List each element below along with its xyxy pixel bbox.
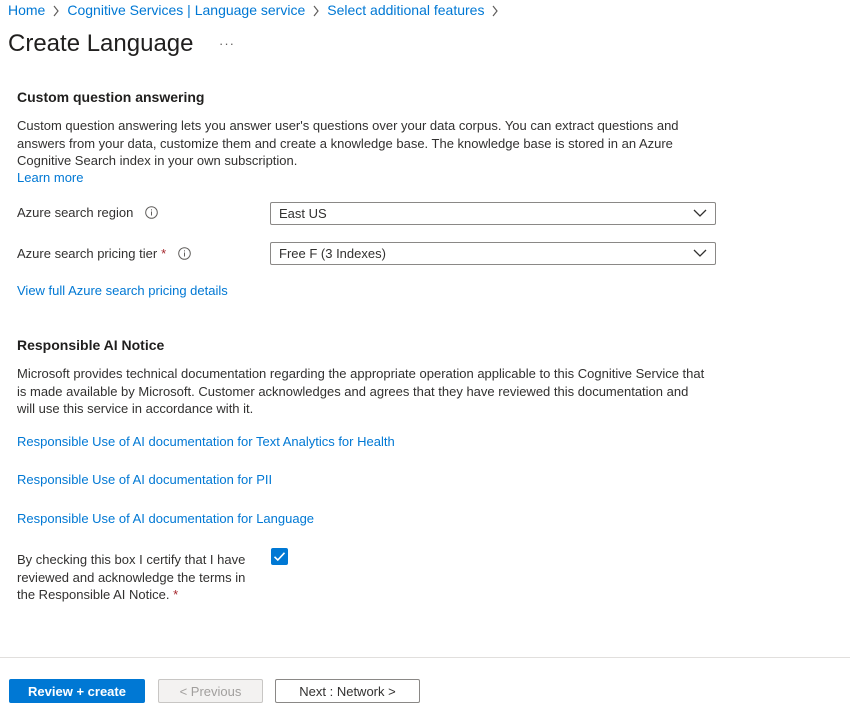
previous-button[interactable]: < Previous xyxy=(158,679,263,703)
cqa-section-title: Custom question answering xyxy=(17,89,205,105)
certify-checkbox[interactable] xyxy=(271,548,288,565)
breadcrumb: Home Cognitive Services | Language servi… xyxy=(8,2,506,18)
region-select[interactable]: East US xyxy=(270,202,716,225)
rai-description: Microsoft provides technical documentati… xyxy=(17,366,705,416)
cqa-description: Custom question answering lets you answe… xyxy=(17,118,679,168)
tier-select-value: Free F (3 Indexes) xyxy=(279,246,386,261)
rai-section-title: Responsible AI Notice xyxy=(17,337,165,353)
learn-more-link[interactable]: Learn more xyxy=(17,170,83,185)
certify-label-text: By checking this box I certify that I ha… xyxy=(17,552,246,602)
checkmark-icon xyxy=(273,552,286,562)
certify-label: By checking this box I certify that I ha… xyxy=(17,551,267,604)
region-label-text: Azure search region xyxy=(17,205,134,220)
next-network-button[interactable]: Next : Network > xyxy=(275,679,420,703)
tier-select[interactable]: Free F (3 Indexes) xyxy=(270,242,716,265)
rai-health-link[interactable]: Responsible Use of AI documentation for … xyxy=(17,434,395,449)
breadcrumb-home[interactable]: Home xyxy=(8,2,45,18)
chevron-down-icon xyxy=(693,209,707,217)
page-title: Create Language xyxy=(8,30,194,57)
rai-language-link[interactable]: Responsible Use of AI documentation for … xyxy=(17,511,314,526)
review-create-button[interactable]: Review + create xyxy=(9,679,145,703)
pricing-details-link[interactable]: View full Azure search pricing details xyxy=(17,283,228,298)
chevron-right-icon xyxy=(484,2,506,18)
breadcrumb-select-features[interactable]: Select additional features xyxy=(327,2,484,18)
region-label: Azure search region xyxy=(17,205,159,220)
breadcrumb-language-service[interactable]: Cognitive Services | Language service xyxy=(67,2,305,18)
chevron-down-icon xyxy=(693,249,707,257)
rai-pii-link[interactable]: Responsible Use of AI documentation for … xyxy=(17,472,272,487)
chevron-right-icon xyxy=(45,2,67,18)
required-marker: * xyxy=(173,587,179,602)
footer-divider xyxy=(0,657,850,658)
info-icon[interactable] xyxy=(178,247,192,260)
chevron-right-icon xyxy=(305,2,327,18)
info-icon[interactable] xyxy=(145,206,159,219)
tier-label-text: Azure search pricing tier xyxy=(17,246,158,261)
region-select-value: East US xyxy=(279,206,327,221)
required-marker: * xyxy=(161,246,167,261)
more-icon[interactable]: ··· xyxy=(219,36,235,51)
tier-label: Azure search pricing tier * xyxy=(17,246,192,261)
